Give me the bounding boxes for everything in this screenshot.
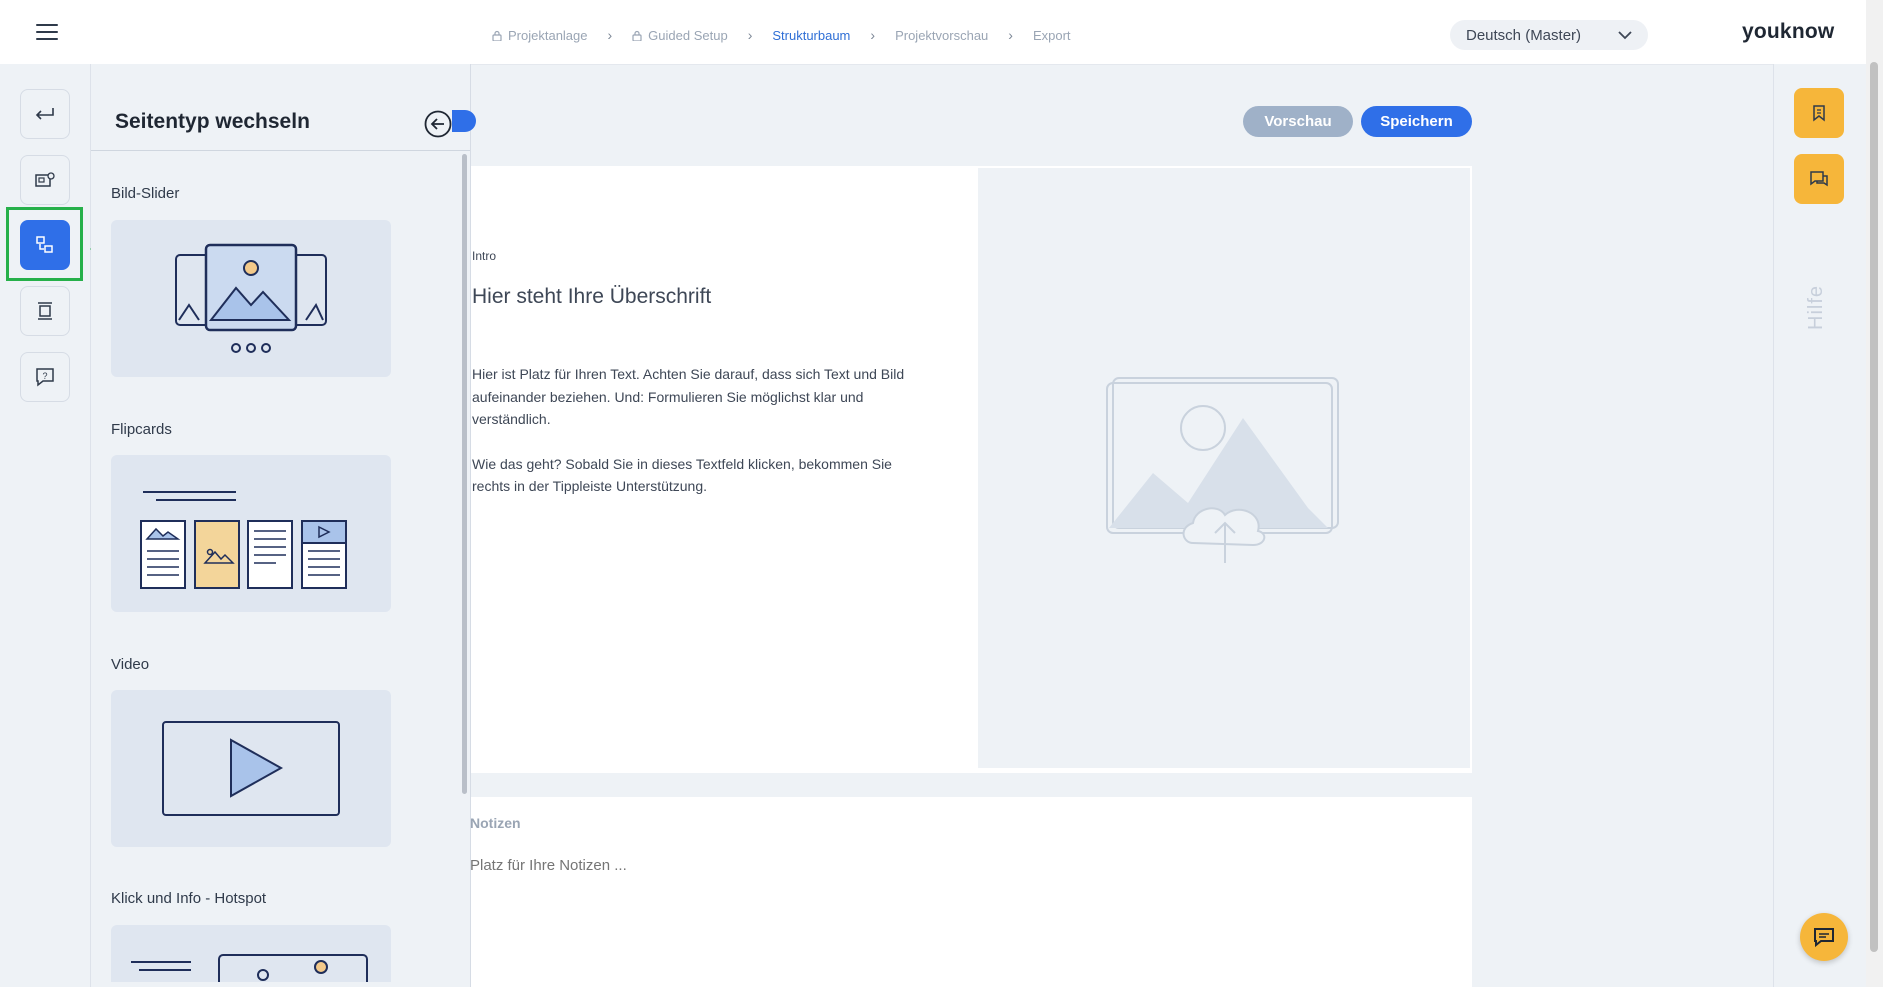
- brand-logo: youknow: [1742, 20, 1835, 43]
- page-type-card-flipcards[interactable]: [111, 455, 391, 612]
- back-arrow-icon[interactable]: [424, 110, 452, 138]
- intro-label[interactable]: Intro: [472, 249, 496, 263]
- chevron-down-icon: [1618, 30, 1632, 39]
- notes-card: [471, 797, 1472, 987]
- section-label-flipcards: Flipcards: [111, 421, 172, 438]
- breadcrumb: Projektanlage › Guided Setup › Strukturb…: [492, 24, 1071, 46]
- chevron-right-icon: ›: [870, 27, 876, 43]
- feedback-button[interactable]: ?: [20, 352, 70, 402]
- language-select-value: Deutsch (Master): [1466, 26, 1582, 44]
- breadcrumb-label: Export: [1032, 27, 1071, 43]
- return-icon: [35, 108, 54, 120]
- section-label-bild-slider: Bild-Slider: [111, 185, 180, 202]
- left-tool-rail: ?: [0, 64, 91, 987]
- page-scrollbar-thumb[interactable]: [1870, 62, 1878, 952]
- lock-icon: [632, 30, 642, 41]
- page-settings-icon: [35, 172, 55, 187]
- return-button[interactable]: [20, 89, 70, 139]
- image-slider-illustration: [175, 243, 327, 353]
- bookmark-button[interactable]: [1794, 88, 1844, 138]
- body-paragraph-2: Wie das geht? Sobald Sie in dieses Textf…: [472, 455, 892, 495]
- top-bar: Projektanlage › Guided Setup › Strukturb…: [0, 0, 1866, 65]
- layout-icon: [38, 302, 52, 320]
- comments-icon: [1810, 171, 1828, 187]
- body-paragraph-1: Hier ist Platz für Ihren Text. Achten Si…: [472, 366, 905, 427]
- breadcrumb-label: Strukturbaum: [772, 27, 851, 43]
- breadcrumb-item-projektvorschau[interactable]: Projektvorschau: [895, 28, 988, 43]
- breadcrumb-item-projektanlage[interactable]: Projektanlage: [492, 28, 588, 43]
- chat-button[interactable]: [1800, 913, 1848, 961]
- preview-button[interactable]: Vorschau: [1243, 106, 1353, 137]
- section-label-video: Video: [111, 656, 150, 673]
- right-help-rail: [1773, 64, 1867, 987]
- panel-scrollbar-thumb[interactable]: [462, 154, 467, 794]
- notes-title: Notizen: [470, 815, 521, 831]
- page-type-card-bild-slider[interactable]: [111, 220, 391, 377]
- chat-icon: [1814, 928, 1834, 948]
- panel-scrollbar[interactable]: [461, 154, 467, 974]
- breadcrumb-item-export[interactable]: Export: [1033, 28, 1071, 43]
- breadcrumb-label: Projektanlage: [508, 27, 588, 43]
- chevron-right-icon: ›: [747, 27, 753, 43]
- chevron-right-icon: ›: [1008, 27, 1013, 43]
- page-scrollbar[interactable]: [1866, 0, 1883, 987]
- bookmark-icon: [1813, 105, 1825, 122]
- breadcrumb-item-strukturbaum[interactable]: Strukturbaum: [772, 28, 850, 43]
- chevron-right-icon: ›: [607, 27, 613, 43]
- save-button[interactable]: Speichern: [1361, 106, 1472, 137]
- highlight-frame: [6, 207, 83, 281]
- panel-header: Seitentyp wechseln: [91, 64, 470, 151]
- svg-text:?: ?: [42, 371, 47, 381]
- breadcrumb-label: Projektvorschau: [895, 27, 989, 43]
- notes-field[interactable]: [470, 852, 1450, 878]
- page-settings-button[interactable]: [20, 155, 70, 205]
- help-tab[interactable]: Hilfe: [1805, 285, 1828, 330]
- page-type-card-video[interactable]: [111, 690, 391, 847]
- image-upload-icon: [1106, 377, 1339, 563]
- page-headline[interactable]: Hier steht Ihre Überschrift: [472, 285, 711, 309]
- breadcrumb-item-guided-setup[interactable]: Guided Setup: [632, 28, 728, 43]
- flipcards-illustration: [140, 491, 347, 589]
- section-label-hotspot: Klick und Info - Hotspot: [111, 890, 267, 907]
- page-type-card-hotspot[interactable]: [111, 925, 391, 982]
- image-upload-area[interactable]: [978, 168, 1470, 768]
- page-body-text[interactable]: Hier ist Platz für Ihren Text. Achten Si…: [472, 363, 912, 498]
- language-select[interactable]: Deutsch (Master): [1450, 20, 1648, 50]
- lock-icon: [492, 30, 502, 41]
- layout-button[interactable]: [20, 286, 70, 336]
- video-illustration: [162, 721, 340, 816]
- hamburger-icon[interactable]: [36, 24, 58, 40]
- comments-button[interactable]: [1794, 154, 1844, 204]
- page-type-panel: Seitentyp wechseln Bild-Slider Flipcards: [91, 64, 471, 987]
- panel-title: Seitentyp wechseln: [115, 110, 310, 133]
- hotspot-illustration: [131, 954, 368, 982]
- breadcrumb-label: Guided Setup: [648, 27, 728, 43]
- feedback-icon: ?: [36, 368, 54, 387]
- collapsed-toggle[interactable]: [452, 110, 476, 132]
